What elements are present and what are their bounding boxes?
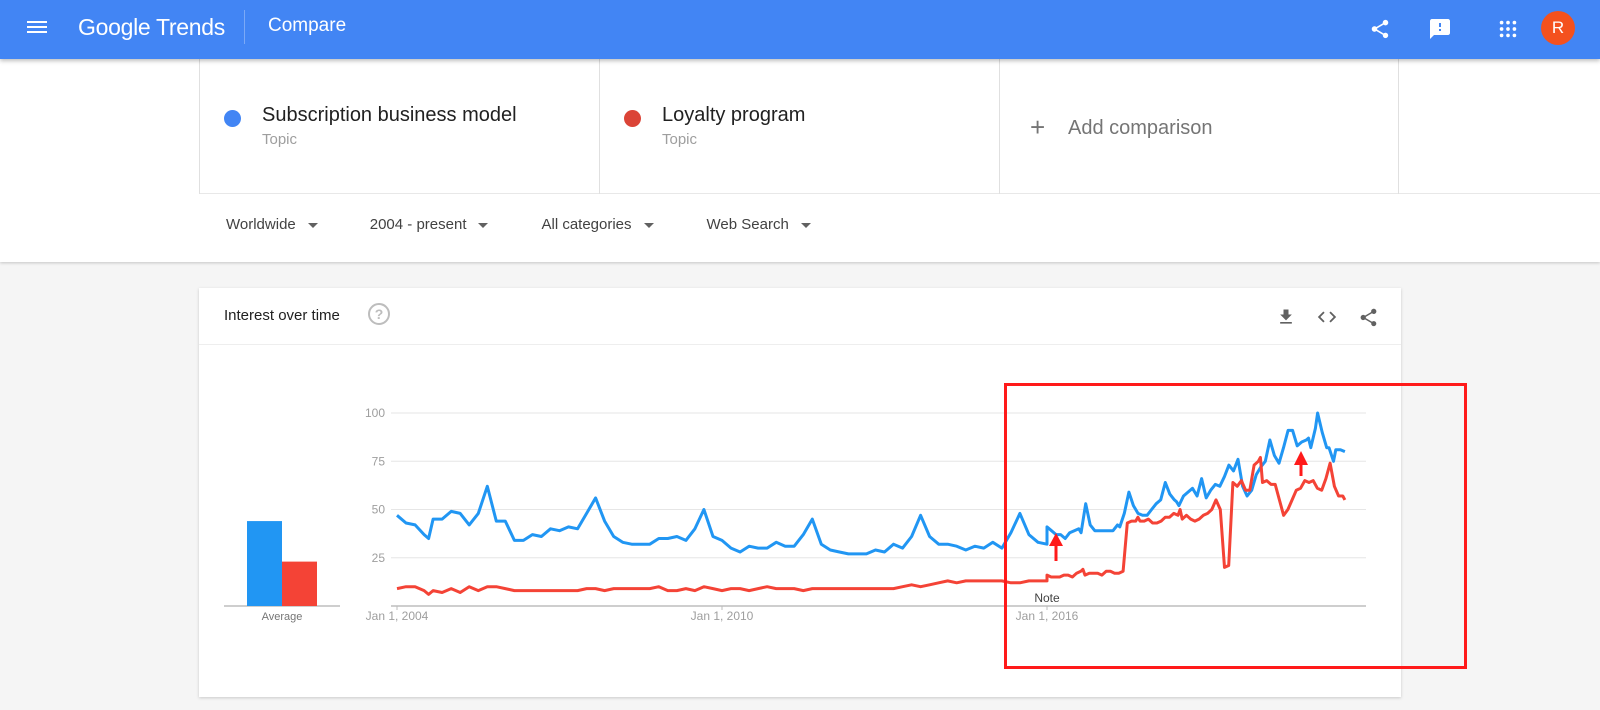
x-tick-label: Jan 1, 2004 [366,609,429,623]
y-tick-label: 25 [372,551,386,565]
x-tick-label: Jan 1, 2016 [1016,609,1079,623]
google-trends-logo[interactable]: Google Trends [78,14,225,41]
note-annotation[interactable]: Note [1034,591,1060,605]
menu-icon[interactable] [26,18,48,40]
page-title: Compare [268,15,347,36]
average-bar-loyalty[interactable] [282,561,317,606]
series-line-subscription-business-model[interactable] [396,411,1346,556]
avatar[interactable]: R [1541,11,1575,45]
header-divider [244,10,245,44]
share-icon[interactable] [1365,14,1395,44]
feedback-icon[interactable] [1425,14,1455,44]
annotation-arrow-icon [1294,451,1308,476]
y-axis-ticks: 25 50 75 100 [365,406,385,565]
apps-icon[interactable] [1493,14,1523,44]
annotation-arrow-icon [1049,533,1063,561]
x-axis-ticks: Jan 1, 2004 Jan 1, 2010 Jan 1, 2016 [366,606,1079,623]
average-label: Average [262,611,303,623]
interest-over-time-chart: Average 25 50 75 100 Jan 1, 2004 Jan 1, 2010… [224,406,1366,623]
y-tick-label: 100 [365,406,385,420]
top-app-bar: Google Trends Compare R [0,0,1600,59]
x-tick-label: Jan 1, 2010 [691,609,754,623]
average-bar-chart: Average [224,521,340,623]
y-tick-label: 75 [372,454,386,468]
chart-series [396,411,1347,596]
y-tick-label: 50 [372,503,386,517]
average-bar-subscription[interactable] [247,521,282,606]
chart-annotations: Note [1034,591,1060,605]
